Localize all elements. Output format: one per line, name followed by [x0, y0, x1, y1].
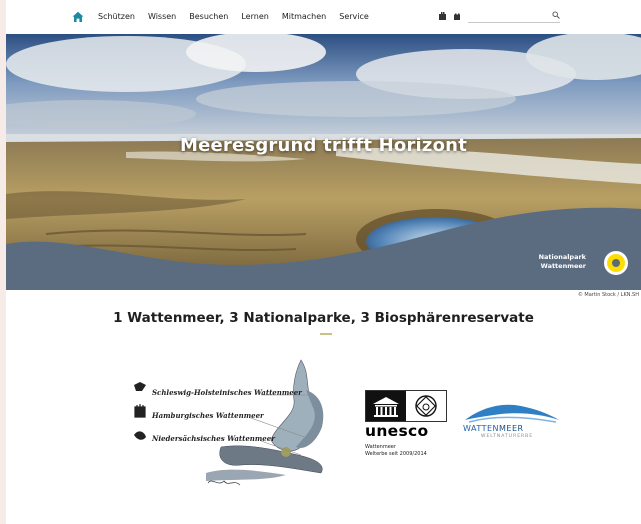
map-label-hamburg[interactable]: Hamburgisches Wattenmeer	[152, 411, 264, 420]
search-field[interactable]	[468, 10, 560, 29]
wattenmeer-weltnaturerbe-logo[interactable]: WATTENMEER WELTNATURERBE	[461, 402, 561, 442]
search-input[interactable]	[468, 18, 548, 29]
hero-banner: Meeresgrund trifft Horizont Nationalpark…	[6, 34, 641, 290]
unesco-emblem-box	[365, 390, 447, 422]
wave-icon	[465, 404, 559, 423]
unesco-wordmark: unesco	[365, 422, 429, 440]
niedersachsen-crest-icon	[134, 431, 146, 440]
unesco-logo[interactable]: unesco Wattenmeer Welterbe seit 2009/201…	[365, 390, 447, 460]
wadden-sea-map[interactable]	[126, 355, 336, 490]
unesco-caption: Wattenmeer Welterbe seit 2009/2014	[365, 444, 427, 457]
nationalpark-logo[interactable]	[604, 251, 628, 275]
section-headline: 1 Wattenmeer, 3 Nationalparke, 3 Biosphä…	[113, 310, 534, 326]
unesco-temple-icon	[366, 391, 437, 421]
unesco-caption-line2: Welterbe seit 2009/2014	[365, 450, 427, 457]
weltnaturerbe-tagline: WELTNATURERBE	[481, 434, 534, 439]
nationalpark-label-line2: Wattenmeer	[540, 262, 586, 270]
wordmark-part-meer: MEER	[499, 424, 524, 433]
menu-item-lernen[interactable]: Lernen	[241, 12, 268, 21]
menu-item-service[interactable]: Service	[339, 12, 369, 21]
top-navigation: Schützen Wissen Besuchen Lernen Mitmache…	[6, 0, 641, 34]
menu-item-mitmachen[interactable]: Mitmachen	[282, 12, 326, 21]
headline-divider	[320, 333, 332, 335]
home-icon[interactable]	[72, 11, 84, 23]
easy-language-icon[interactable]	[452, 11, 462, 21]
schleswig-holstein-crest-icon	[134, 382, 146, 391]
wordmark-part-watten: WATTEN	[463, 424, 499, 433]
photo-credit: © Martin Stock / LKN.SH	[577, 292, 639, 298]
wattenmeer-wordmark: WATTENMEER	[463, 424, 524, 433]
nationalpark-label-line1: Nationalpark	[538, 253, 586, 261]
map-label-niedersachsen[interactable]: Niedersächsisches Wattenmeer	[152, 434, 275, 443]
nationalpark-label: Nationalpark Wattenmeer	[539, 253, 586, 271]
search-icon[interactable]	[552, 11, 560, 19]
main-menu: Schützen Wissen Besuchen Lernen Mitmache…	[98, 12, 382, 21]
hero-image	[6, 34, 641, 290]
menu-item-schuetzen[interactable]: Schützen	[98, 12, 135, 21]
hero-title: Meeresgrund trifft Horizont	[180, 135, 467, 156]
menu-item-wissen[interactable]: Wissen	[148, 12, 176, 21]
hamburg-crest-icon	[134, 404, 146, 418]
sign-language-icon[interactable]	[438, 11, 448, 21]
map-label-schleswig-holstein[interactable]: Schleswig-Holsteinisches Wattenmeer	[152, 388, 302, 397]
page: Schützen Wissen Besuchen Lernen Mitmache…	[6, 0, 641, 524]
menu-item-besuchen[interactable]: Besuchen	[189, 12, 228, 21]
